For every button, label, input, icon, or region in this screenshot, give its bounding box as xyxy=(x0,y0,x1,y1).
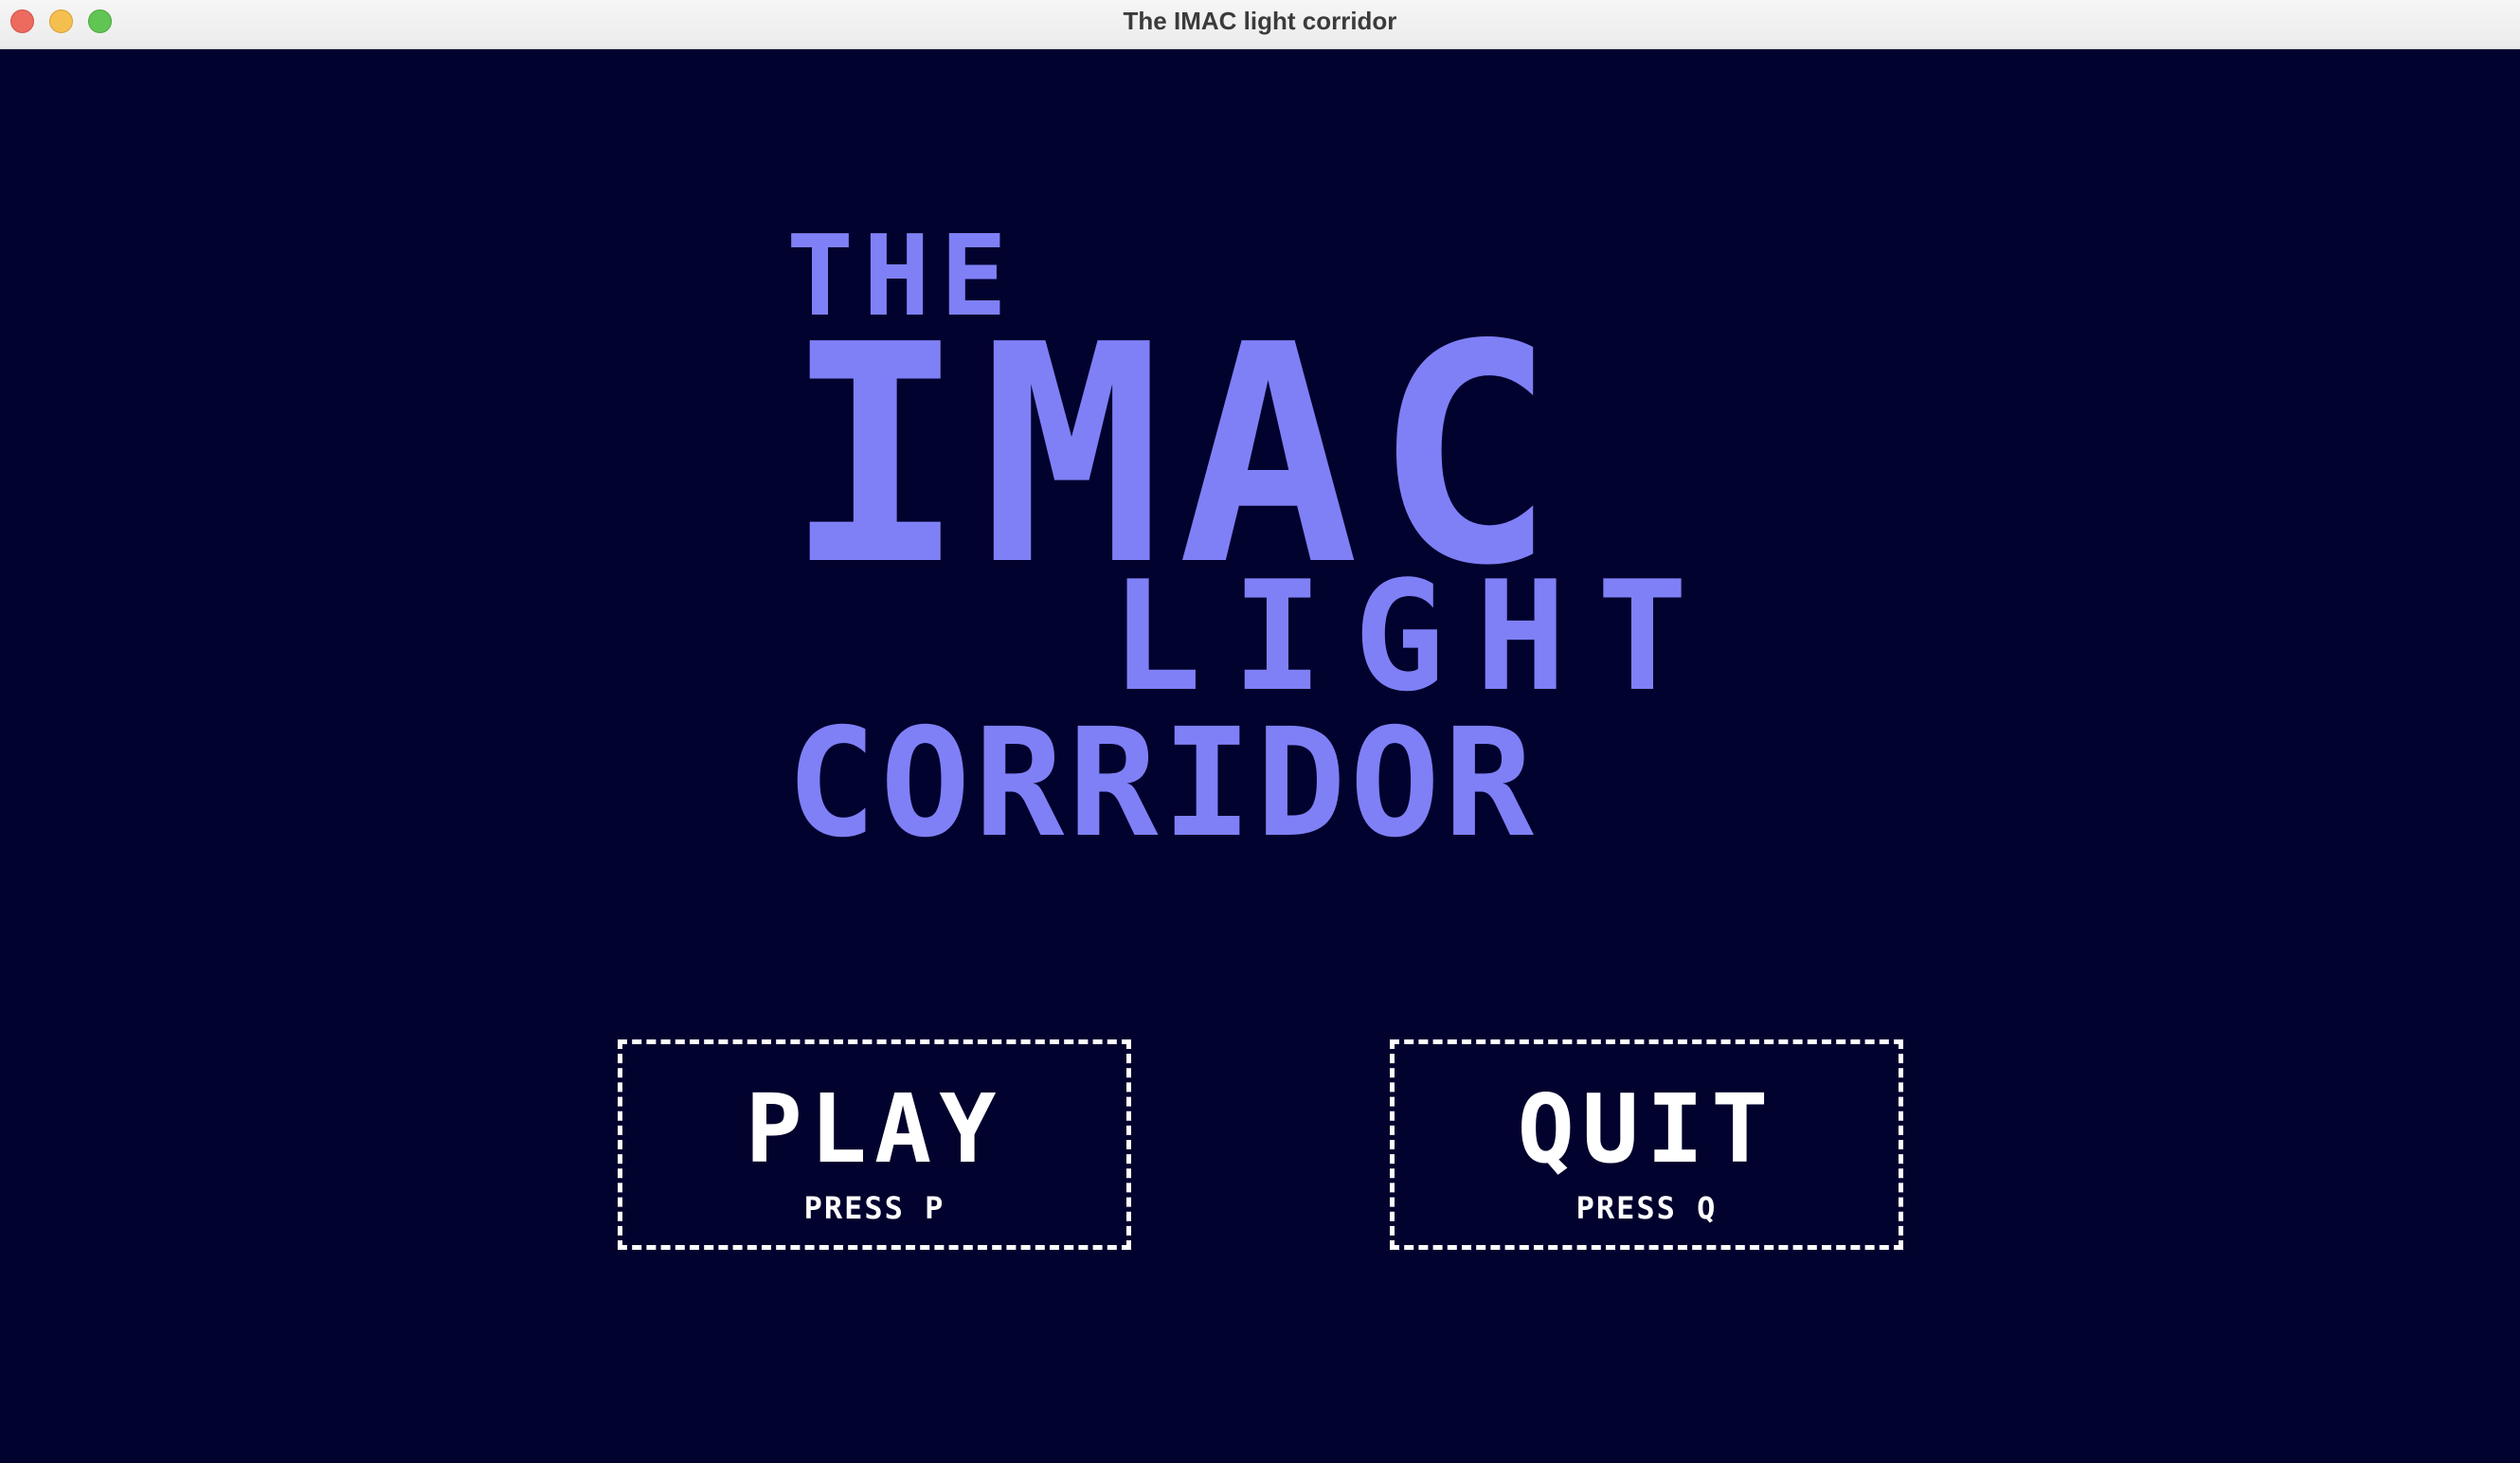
quit-button[interactable]: QUIT PRESS Q xyxy=(1390,1039,1903,1250)
window-titlebar: The IMAC light corridor xyxy=(0,0,2520,49)
play-key-hint: PRESS P xyxy=(803,1190,945,1226)
logo-line-light: LIGHT xyxy=(1110,548,1719,725)
logo-line-corridor: CORRIDOR xyxy=(786,696,1538,871)
play-label: PLAY xyxy=(745,1074,1004,1184)
window-title: The IMAC light corridor xyxy=(1123,7,1397,35)
game-canvas: THE IMAC LIGHT CORRIDOR PLAY PRESS P QUI… xyxy=(0,49,2520,1463)
play-button[interactable]: PLAY PRESS P xyxy=(618,1039,1131,1250)
quit-key-hint: PRESS Q xyxy=(1575,1190,1718,1226)
quit-label: QUIT xyxy=(1517,1074,1776,1184)
